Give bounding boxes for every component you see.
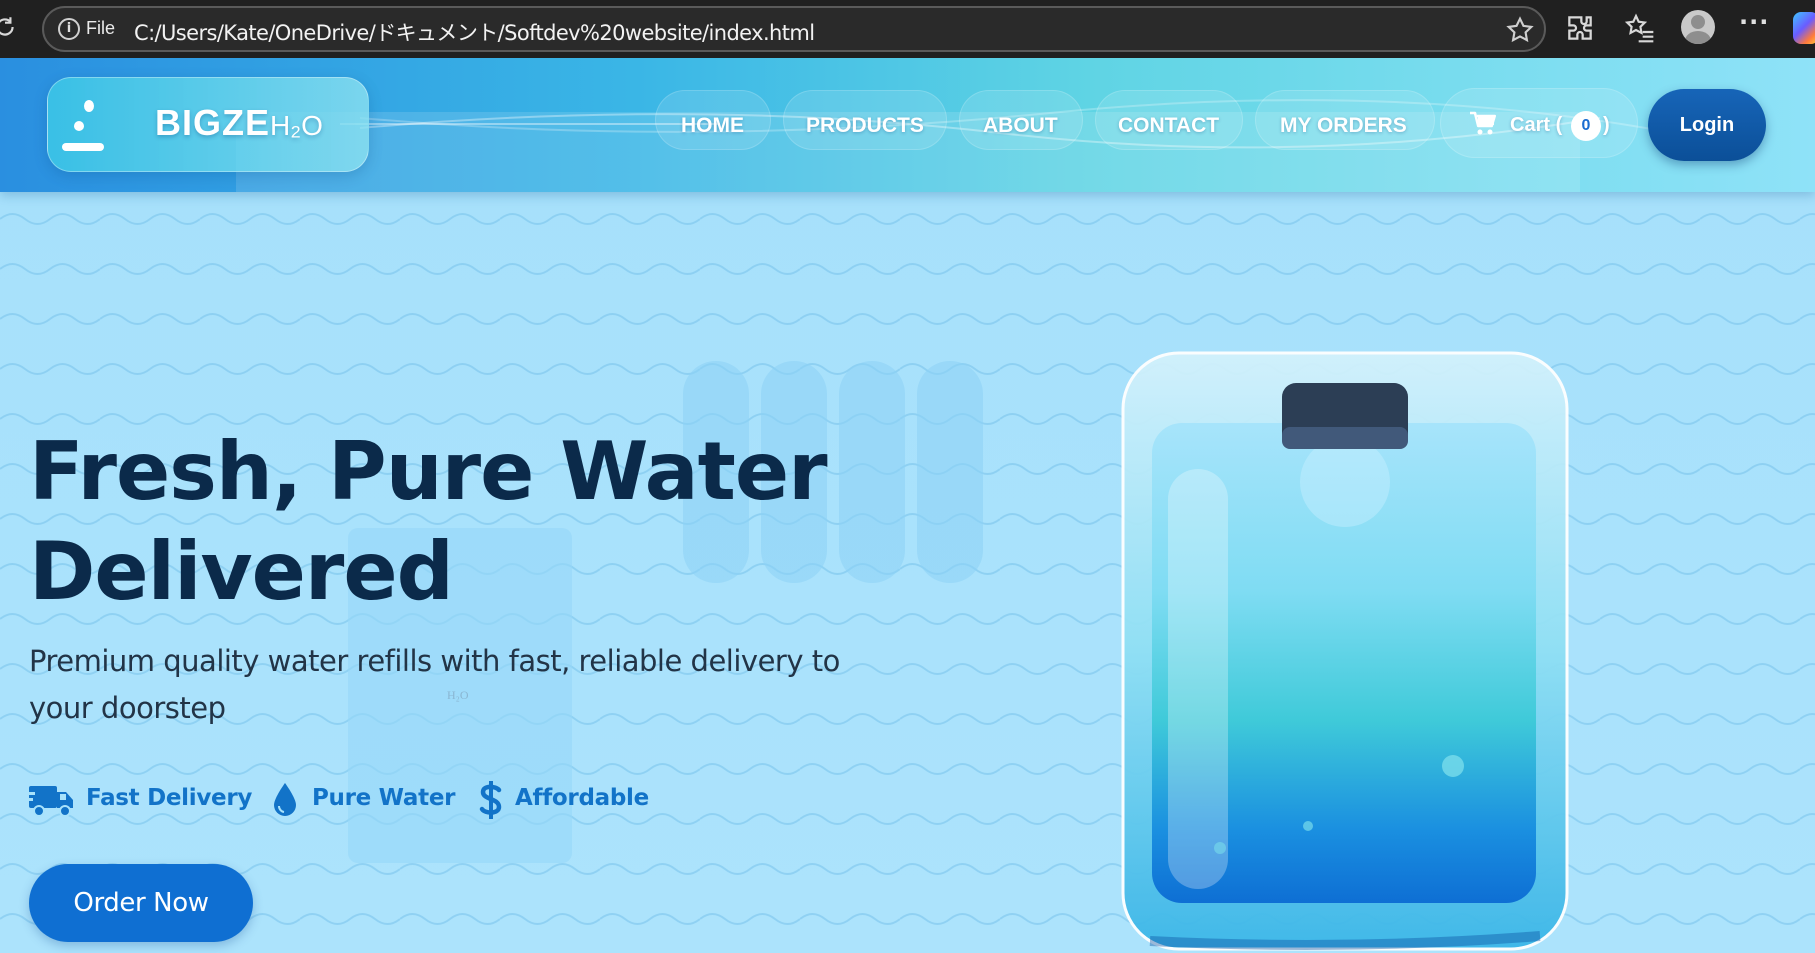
cart-icon[interactable] — [1469, 111, 1497, 137]
water-drop-icon — [274, 783, 296, 816]
feature-fast-delivery: Fast Delivery — [86, 785, 253, 811]
site-header: BIGZE H₂O HOME PRODUCTS ABOUT CONTACT MY… — [0, 58, 1815, 192]
logo-wordmark[interactable]: BIGZE — [155, 102, 270, 144]
order-now-button[interactable]: Order Now — [29, 864, 253, 942]
nav-contact[interactable]: CONTACT — [1118, 114, 1219, 138]
feature-affordable: Affordable — [515, 785, 649, 811]
copilot-icon[interactable] — [1793, 12, 1815, 44]
nav-home[interactable]: HOME — [681, 114, 744, 138]
water-jug-illustration — [1121, 351, 1569, 951]
nav-my-orders[interactable]: MY ORDERS — [1280, 114, 1407, 138]
dollar-icon — [479, 781, 502, 819]
reload-icon[interactable] — [0, 14, 18, 40]
hero-title: Fresh, Pure Water Delivered — [29, 425, 828, 618]
login-button[interactable]: Login — [1648, 89, 1766, 161]
favorites-list-icon[interactable] — [1624, 12, 1656, 44]
info-icon[interactable]: i — [58, 18, 80, 40]
nav-products[interactable]: PRODUCTS — [806, 114, 924, 138]
water-drop-logo-icon — [62, 100, 104, 151]
url-text[interactable]: C:/Users/Kate/OneDrive/ドキュメント/Softdev%20… — [134, 17, 815, 47]
decor-bar — [917, 361, 983, 583]
cart-label-close: ) — [1603, 114, 1610, 136]
browser-toolbar: i File C:/Users/Kate/OneDrive/ドキュメント/Sof… — [0, 0, 1815, 58]
hero-subtitle: Premium quality water refills with fast,… — [29, 644, 840, 725]
logo-h2o-suffix: H₂O — [270, 110, 323, 141]
more-options-icon[interactable]: ··· — [1739, 8, 1769, 36]
truck-icon — [29, 786, 73, 817]
feature-pure-water: Pure Water — [312, 785, 456, 811]
address-bar[interactable]: i File C:/Users/Kate/OneDrive/ドキュメント/Sof… — [42, 6, 1546, 52]
cart-label[interactable]: Cart ( — [1510, 114, 1562, 137]
favorite-star-icon[interactable] — [1504, 14, 1536, 46]
extensions-icon[interactable] — [1564, 12, 1596, 44]
webpage: BIGZE H₂O HOME PRODUCTS ABOUT CONTACT MY… — [0, 58, 1815, 953]
nav-about[interactable]: ABOUT — [983, 114, 1058, 138]
file-scheme-label: File — [86, 18, 116, 38]
cart-count-badge: 0 — [1571, 111, 1601, 141]
profile-avatar-icon[interactable] — [1681, 10, 1715, 44]
